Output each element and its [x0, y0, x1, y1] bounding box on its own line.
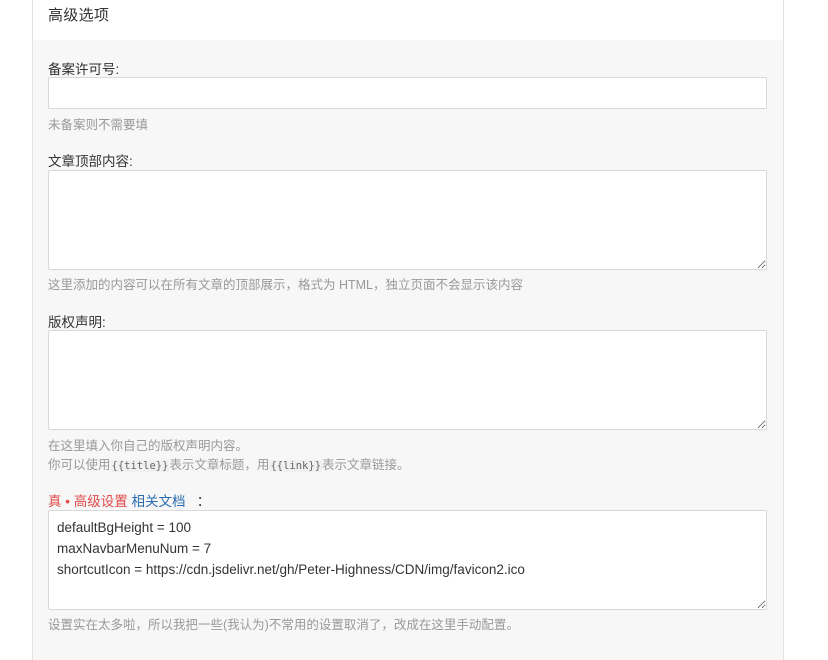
- advanced-options-panel: 高级选项 备案许可号: 未备案则不需要填 文章顶部内容: 这里添加的内容可以在所…: [32, 0, 784, 660]
- icp-input[interactable]: [48, 77, 767, 109]
- advanced-settings-title: 真 • 高级设置: [48, 494, 128, 509]
- copyright-help-mid: 表示文章标题，用: [169, 458, 270, 472]
- link-placeholder-code: {{link}}: [269, 460, 323, 472]
- copyright-help-line2: 你可以使用{{title}}表示文章标题，用{{link}}表示文章链接。: [48, 456, 410, 476]
- advanced-settings-label: 真 • 高级设置 相关文档 ：: [48, 490, 210, 510]
- copyright-help-prefix: 你可以使用: [48, 458, 111, 472]
- icp-label: 备案许可号:: [48, 62, 120, 77]
- advanced-settings-textarea[interactable]: defaultBgHeight = 100 maxNavbarMenuNum =…: [48, 510, 767, 610]
- copyright-textarea[interactable]: [48, 330, 767, 430]
- related-docs-link[interactable]: 相关文档: [132, 494, 186, 509]
- post-top-help: 这里添加的内容可以在所有文章的顶部展示，格式为 HTML，独立页面不会显示该内容: [48, 278, 524, 292]
- advanced-settings-colon: ：: [196, 494, 211, 509]
- copyright-help-line1: 在这里填入你自己的版权声明内容。: [48, 439, 249, 453]
- icp-help: 未备案则不需要填: [48, 118, 149, 132]
- copyright-help: 在这里填入你自己的版权声明内容。 你可以使用{{title}}表示文章标题，用{…: [48, 437, 410, 476]
- copyright-help-suffix: 表示文章链接。: [322, 458, 410, 472]
- post-top-label: 文章顶部内容:: [48, 154, 133, 169]
- copyright-label: 版权声明:: [48, 315, 106, 330]
- advanced-settings-help: 设置实在太多啦，所以我把一些(我认为)不常用的设置取消了，改成在这里手动配置。: [48, 618, 519, 632]
- title-placeholder-code: {{title}}: [110, 460, 170, 472]
- panel-title: 高级选项: [48, 7, 110, 24]
- panel-header: 高级选项: [33, 0, 783, 40]
- post-top-textarea[interactable]: [48, 170, 767, 270]
